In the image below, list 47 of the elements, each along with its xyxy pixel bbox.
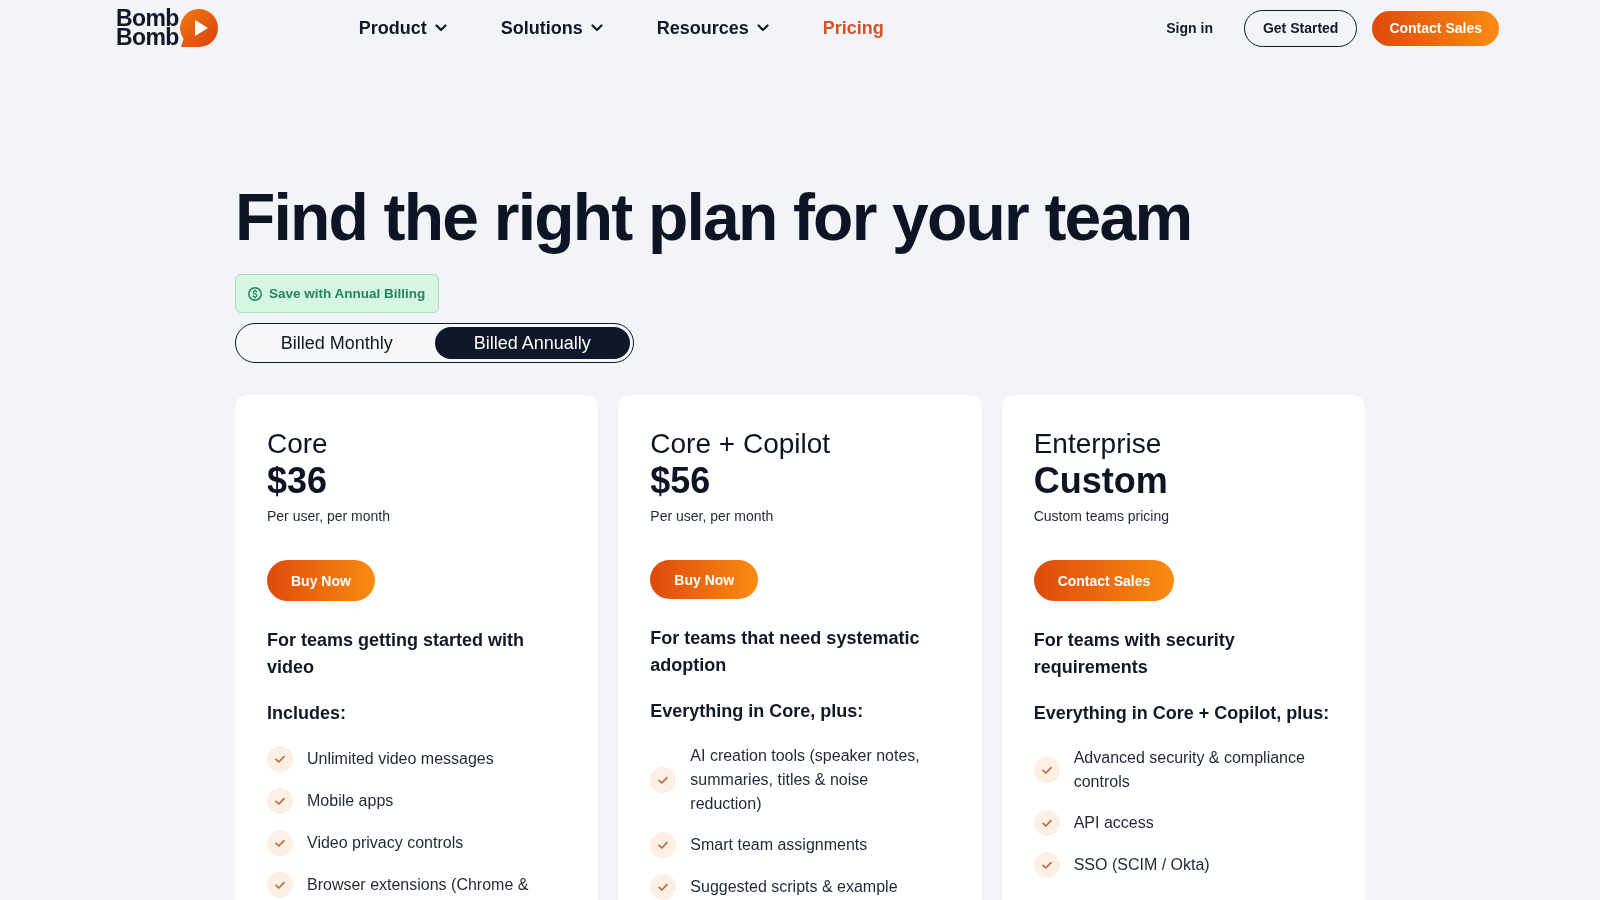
savings-label: Save with Annual Billing (269, 286, 426, 301)
plan-summary: For teams getting started with video (267, 629, 526, 679)
feature-text: Mobile apps (307, 791, 395, 811)
billing-option[interactable]: Billed Annually (434, 327, 630, 359)
plan-price: $36 (267, 461, 329, 501)
check-icon (1033, 757, 1060, 783)
nav-link[interactable]: Solutions (500, 17, 603, 39)
feature-text: Browser extensions (Chrome & (307, 875, 530, 895)
nav-link[interactable]: Resources (656, 17, 769, 39)
check-icon (1033, 852, 1060, 878)
feature-text: Video privacy controls (307, 833, 465, 853)
check-icon (267, 788, 293, 814)
feature-text: Smart team assignments (690, 835, 869, 855)
price-note: Per user, per month (267, 507, 391, 526)
plan-name: Enterprise (1033, 427, 1163, 461)
price-note: Custom teams pricing (1033, 507, 1171, 526)
plan-summary: For teams with security requirements (1033, 629, 1236, 679)
check-icon (267, 872, 293, 898)
feature-text: Unlimited video messages (307, 749, 495, 769)
check-icon (650, 832, 677, 858)
play-bubble-icon (179, 9, 218, 47)
feature-text: AI creation tools (speaker notes, summaries, titles & noise reduction) (690, 746, 921, 814)
check-icon (650, 767, 677, 793)
feature-text: API access (1073, 813, 1155, 833)
plan-name: Core (267, 427, 329, 461)
check-icon (267, 830, 293, 856)
check-icon (650, 874, 677, 900)
check-icon (1033, 810, 1060, 836)
plan-price: $56 (650, 461, 712, 501)
sign-in-link[interactable]: Sign in (1166, 20, 1213, 36)
features-heading: Includes: (267, 702, 347, 725)
plan-name: Core + Copilot (650, 427, 832, 461)
plan-summary: For teams that need systematic adoption (650, 627, 921, 677)
nav-link[interactable]: Product (358, 17, 447, 39)
nav-link[interactable]: Pricing (822, 17, 884, 39)
logo-wordmark: Bomb Bomb (116, 9, 179, 47)
feature-text: Advanced security & compliance controls (1073, 748, 1306, 792)
dollar-circle-icon (248, 286, 262, 301)
plan-price: Custom (1033, 461, 1169, 501)
features-heading: Everything in Core + Copilot, plus: (1033, 702, 1331, 725)
check-icon (267, 746, 293, 772)
page-heading: Find the right plan for your team (235, 181, 1193, 254)
feature-text: SSO (SCIM / Okta) (1073, 855, 1211, 875)
billing-option[interactable]: Billed Monthly (239, 327, 435, 359)
price-note: Per user, per month (650, 507, 775, 526)
features-heading: Everything in Core, plus: (650, 700, 865, 723)
feature-text: Suggested scripts & example (690, 877, 899, 897)
